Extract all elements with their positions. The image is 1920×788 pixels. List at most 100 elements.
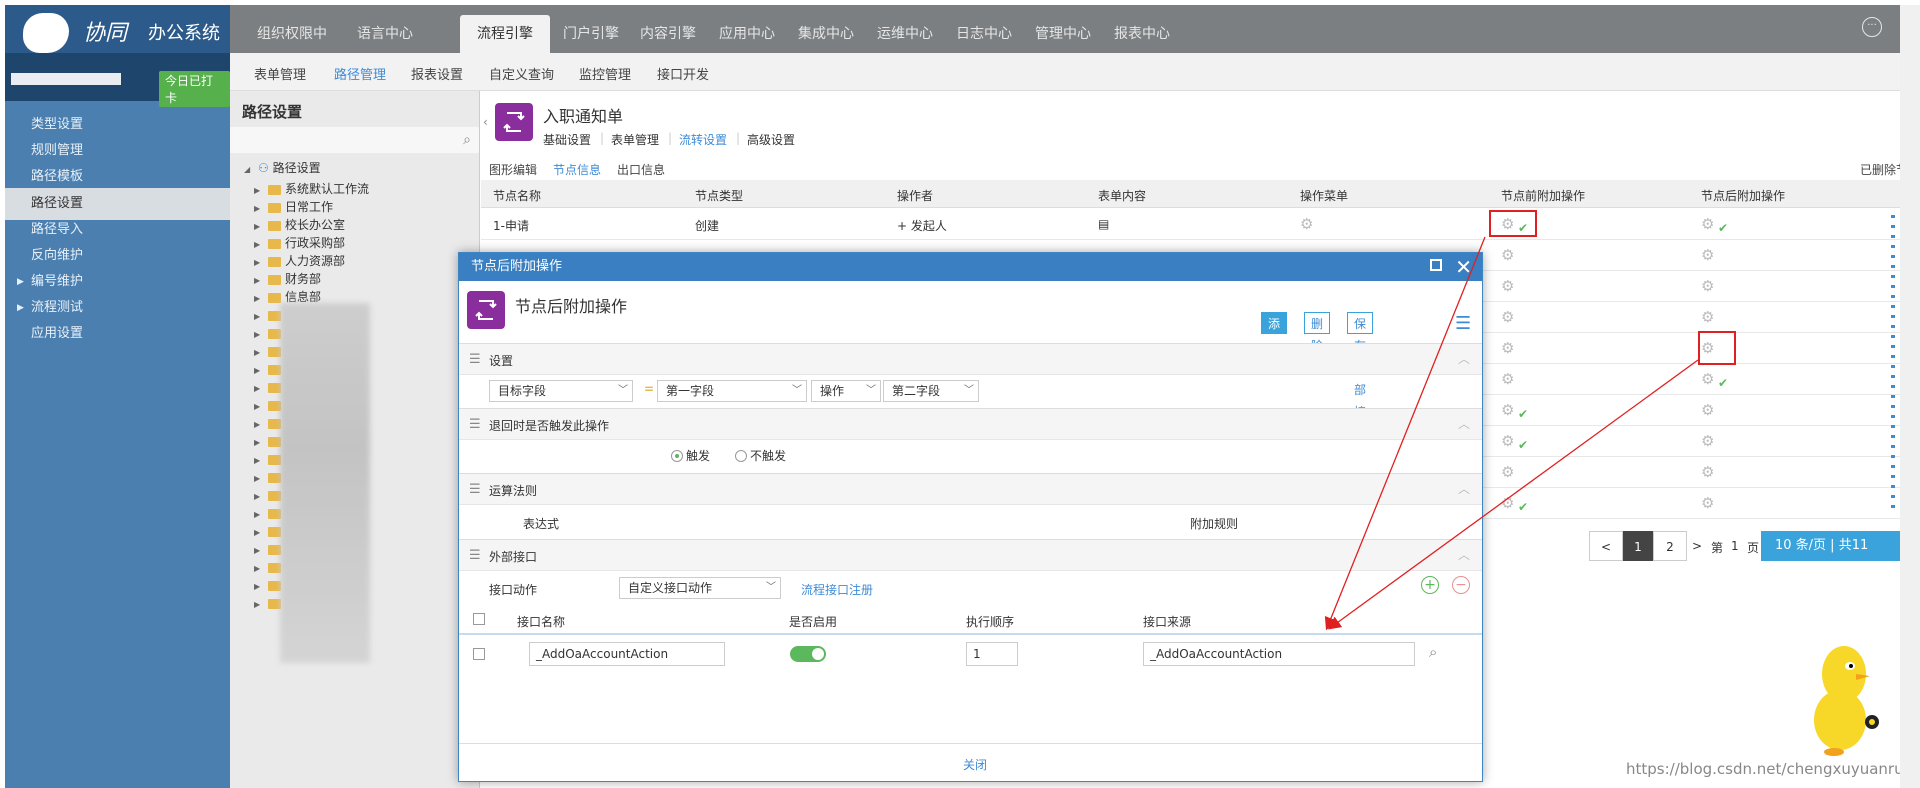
trigger-radio[interactable]: 触发 bbox=[671, 447, 710, 464]
subtab-exit-info[interactable]: 出口信息 bbox=[617, 161, 665, 178]
tab-report[interactable]: 报表中心 bbox=[1109, 15, 1175, 53]
tab-log[interactable]: 日志中心 bbox=[951, 15, 1017, 53]
collapse-panel-icon[interactable]: ‹ bbox=[483, 115, 488, 129]
gear-icon[interactable]: ⚙ bbox=[1701, 494, 1714, 512]
gear-icon[interactable]: ⚙ bbox=[1701, 246, 1714, 264]
second-field-select[interactable]: 第二字段 ﹀ bbox=[883, 380, 979, 402]
page-size-select[interactable]: 10 条/页 | 共11 bbox=[1761, 531, 1920, 561]
chevron-up-icon[interactable]: ︿ bbox=[1458, 546, 1470, 563]
tab-org-permission[interactable]: 组织权限中心 bbox=[252, 15, 332, 80]
gear-icon[interactable]: ⚙ bbox=[1501, 401, 1514, 419]
close-icon[interactable]: ✕ bbox=[1455, 253, 1472, 281]
add-row-icon[interactable]: + bbox=[1421, 576, 1439, 594]
search-icon[interactable]: ⌕ bbox=[463, 132, 471, 148]
chevron-up-icon[interactable]: ︿ bbox=[1458, 415, 1470, 432]
tab-app-center[interactable]: 应用中心 bbox=[714, 15, 780, 53]
tab-basic-settings[interactable]: 基础设置 bbox=[543, 131, 591, 148]
gear-icon[interactable]: ⚙ bbox=[1501, 339, 1514, 357]
gear-icon[interactable]: ⚙ bbox=[1501, 494, 1514, 512]
more-icon[interactable]: ··· bbox=[1862, 17, 1882, 37]
subtab-graph-edit[interactable]: 图形编辑 bbox=[489, 161, 537, 178]
tree-node[interactable]: ▶ 行政采购部 bbox=[254, 234, 345, 252]
gear-icon[interactable]: ⚙ bbox=[1501, 308, 1514, 326]
gear-icon[interactable]: ⚙ bbox=[1701, 401, 1714, 419]
tab-language[interactable]: 语言中心 bbox=[352, 15, 418, 53]
subtab-form-mgmt[interactable]: 表单管理 bbox=[254, 64, 306, 83]
sidebar-item-app-settings[interactable]: 应用设置 bbox=[5, 318, 230, 350]
chevron-up-icon[interactable]: ︿ bbox=[1458, 350, 1470, 367]
subtab-path-mgmt[interactable]: 路径管理 bbox=[334, 64, 386, 83]
close-button[interactable]: 关闭 bbox=[963, 756, 987, 773]
checkin-button[interactable]: 今日已打卡 bbox=[159, 71, 230, 107]
tab-content[interactable]: 内容引擎 bbox=[635, 15, 701, 53]
expand-icon[interactable]: ▶ bbox=[254, 596, 268, 614]
window-scrollbar[interactable] bbox=[1900, 5, 1920, 788]
tab-advanced[interactable]: 高级设置 bbox=[747, 131, 795, 148]
gear-icon[interactable]: ⚙ bbox=[1501, 370, 1514, 388]
gear-icon[interactable]: ⚙ bbox=[1300, 215, 1313, 233]
gear-icon[interactable]: ⚙ bbox=[1701, 277, 1714, 295]
page-button[interactable]: 1 bbox=[1623, 531, 1653, 561]
section-rules[interactable]: ☰ 运算法则 ︿ bbox=[459, 473, 1482, 505]
page-number-input[interactable]: 1 bbox=[1731, 539, 1739, 553]
tab-ops[interactable]: 运维中心 bbox=[872, 15, 938, 53]
page-button[interactable]: 2 bbox=[1653, 531, 1687, 561]
tree-node[interactable]: ▶ 财务部 bbox=[254, 270, 321, 288]
tree-node[interactable]: ▶ 人力资源部 bbox=[254, 252, 345, 270]
tree-search-input[interactable]: ⌕ bbox=[230, 127, 479, 153]
collapse-icon[interactable]: ◢ bbox=[244, 161, 258, 179]
tree-root[interactable]: ◢ ⚇ 路径设置 bbox=[244, 159, 321, 177]
gear-icon[interactable]: ⚙ bbox=[1501, 246, 1514, 264]
prev-page-button[interactable]: < bbox=[1589, 531, 1623, 561]
api-source-input[interactable]: _AddOaAccountAction bbox=[1143, 642, 1415, 666]
section-settings[interactable]: ☰ 设置 ︿ bbox=[459, 343, 1482, 375]
enabled-toggle[interactable] bbox=[790, 646, 826, 662]
tab-integration[interactable]: 集成中心 bbox=[793, 15, 859, 53]
gear-icon[interactable]: ⚙ bbox=[1701, 215, 1714, 233]
subtab-node-info[interactable]: 节点信息 bbox=[553, 161, 602, 182]
no-trigger-radio[interactable]: 不触发 bbox=[735, 447, 786, 464]
register-api-link[interactable]: 流程接口注册 bbox=[801, 581, 873, 598]
chevron-up-icon[interactable]: ︿ bbox=[1458, 480, 1470, 497]
tab-flow-engine[interactable]: 流程引擎 bbox=[460, 15, 550, 53]
maximize-icon[interactable] bbox=[1430, 259, 1442, 271]
gear-icon[interactable]: ⚙ bbox=[1701, 432, 1714, 450]
save-external-api-button[interactable]: 保存外部接口 bbox=[1347, 312, 1374, 441]
tree-node[interactable]: ▶ 系统默认工作流 bbox=[254, 180, 369, 198]
gear-icon[interactable]: ⚙ bbox=[1701, 463, 1714, 481]
section-external-api[interactable]: ☰ 外部接口 ︿ bbox=[459, 539, 1482, 571]
exec-order-input[interactable]: 1 bbox=[966, 642, 1018, 666]
subtab-monitor[interactable]: 监控管理 bbox=[579, 64, 631, 83]
section-trigger[interactable]: ☰ 退回时是否触发此操作 ︿ bbox=[459, 408, 1482, 440]
first-field-select[interactable]: 第一字段 ﹀ bbox=[657, 380, 807, 402]
gear-icon[interactable]: ⚙ bbox=[1501, 463, 1514, 481]
tree-node[interactable]: ▶ 校长办公室 bbox=[254, 216, 345, 234]
api-name-input[interactable]: _AddOaAccountAction bbox=[529, 642, 725, 666]
row-checkbox[interactable] bbox=[473, 648, 485, 660]
api-action-select[interactable]: 自定义接口动作 ﹀ bbox=[619, 577, 781, 599]
tab-mgmt[interactable]: 管理中心 bbox=[1030, 15, 1096, 53]
operation-select[interactable]: 操作 ﹀ bbox=[811, 380, 881, 402]
plus-icon[interactable]: + bbox=[897, 219, 911, 233]
remove-row-icon[interactable]: − bbox=[1452, 576, 1470, 594]
row-handle-column[interactable] bbox=[1891, 215, 1895, 515]
select-all-checkbox[interactable] bbox=[473, 613, 485, 625]
list-menu-icon[interactable]: ☰ bbox=[1455, 313, 1471, 334]
add-button[interactable]: 添加 bbox=[1261, 312, 1288, 353]
gear-icon[interactable]: ⚙ bbox=[1501, 432, 1514, 450]
delete-button[interactable]: 删除 bbox=[1304, 312, 1331, 353]
document-icon[interactable]: ▤ bbox=[1098, 217, 1109, 231]
tab-form-mgmt[interactable]: 表单管理 bbox=[611, 131, 659, 148]
gear-icon[interactable]: ⚙ bbox=[1701, 370, 1714, 388]
tab-flow-settings[interactable]: 流转设置 bbox=[679, 131, 727, 148]
search-icon[interactable]: ⌕ bbox=[1429, 643, 1437, 661]
next-page-button[interactable]: > bbox=[1687, 531, 1707, 561]
gear-icon[interactable]: ⚙ bbox=[1701, 308, 1714, 326]
target-field-select[interactable]: 目标字段 ﹀ bbox=[489, 380, 633, 402]
tab-portal[interactable]: 门户引擎 bbox=[558, 15, 624, 53]
tree-node[interactable]: ▶ 日常工作 bbox=[254, 198, 333, 216]
subtab-api-dev[interactable]: 接口开发 bbox=[657, 64, 709, 83]
subtab-custom-query[interactable]: 自定义查询 bbox=[489, 64, 554, 83]
subtab-report-settings[interactable]: 报表设置 bbox=[411, 64, 463, 83]
gear-icon[interactable]: ⚙ bbox=[1501, 277, 1514, 295]
